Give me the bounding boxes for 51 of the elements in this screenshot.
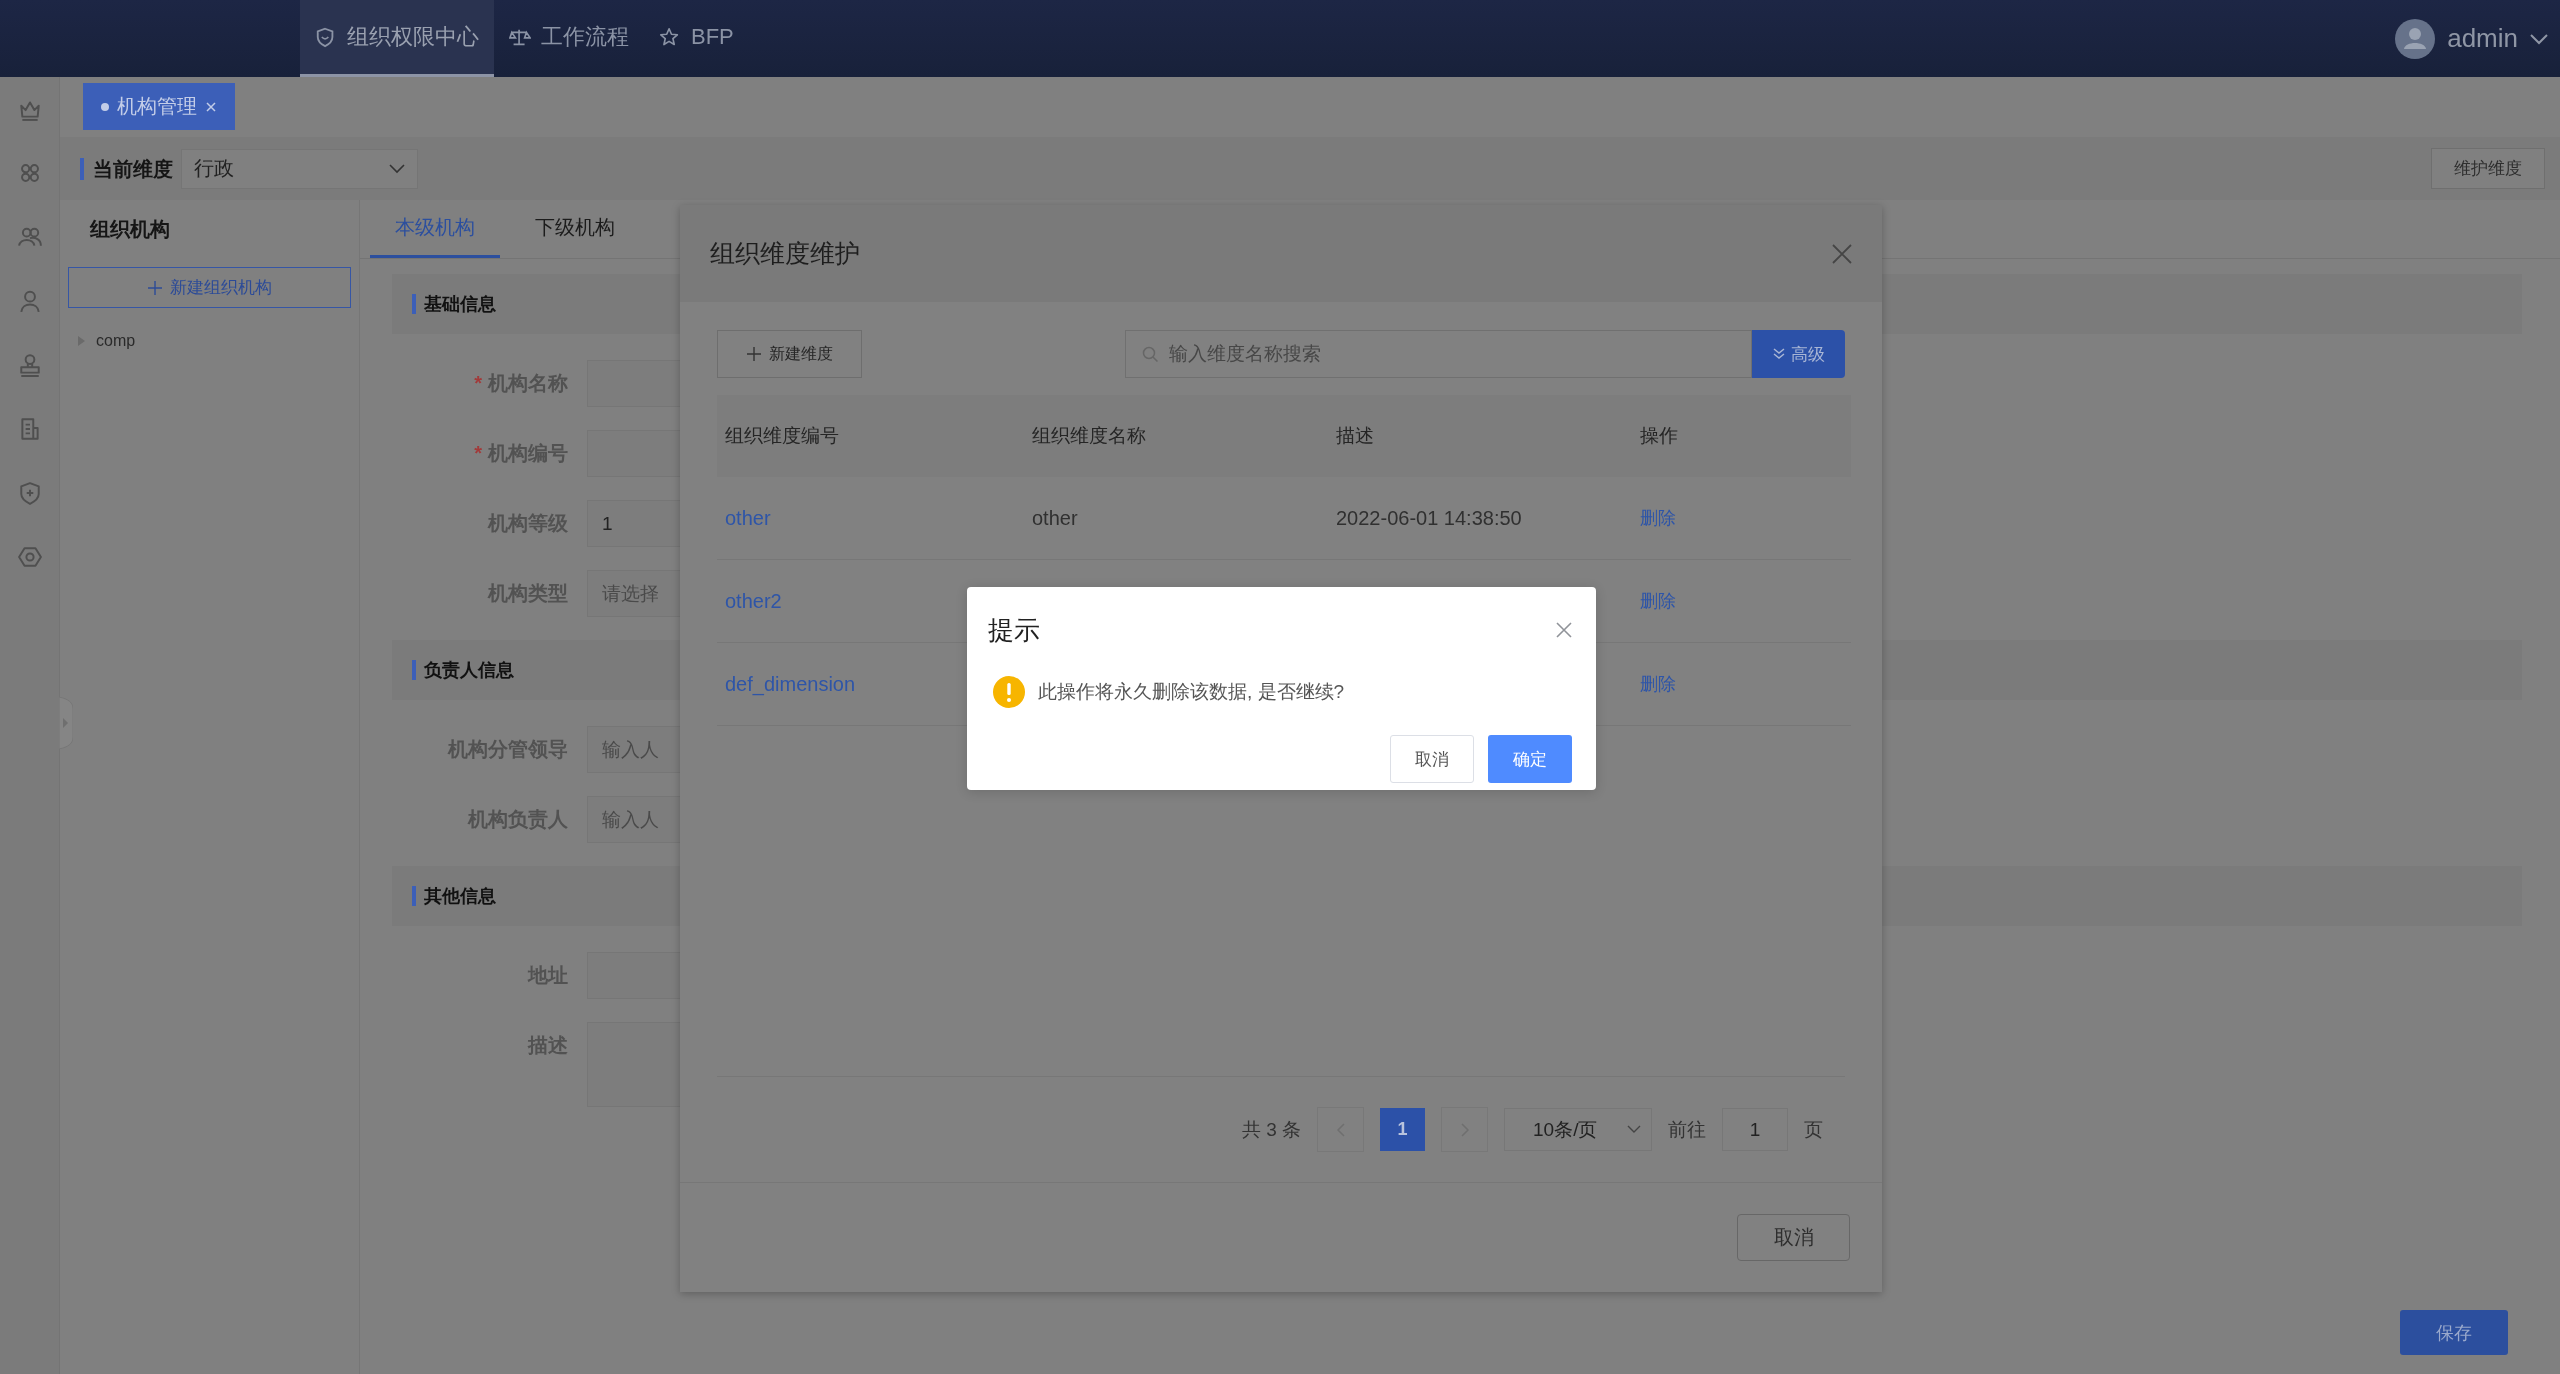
table-cell: 2022-06-01 14:38:50 xyxy=(1336,506,1522,529)
total-count: 共 3 条 xyxy=(1241,1117,1301,1142)
detail-tab[interactable]: 本级机构 xyxy=(370,200,500,258)
users-icon[interactable] xyxy=(17,225,42,249)
page-number[interactable]: 1 xyxy=(1380,1108,1425,1151)
stamp-icon[interactable] xyxy=(17,353,42,377)
dimension-label: 当前维度 xyxy=(80,157,173,180)
close-icon[interactable] xyxy=(1556,622,1572,638)
plus-icon xyxy=(746,347,761,361)
page-unit: 页 xyxy=(1804,1117,1823,1142)
plus-icon xyxy=(147,280,162,295)
new-organization-button[interactable]: 新建组织机构 xyxy=(68,267,351,308)
table-cell: other xyxy=(1032,506,1078,529)
confirm-button[interactable]: 确定 xyxy=(1488,735,1572,783)
page-size-select[interactable]: 10条/页 xyxy=(1504,1108,1652,1151)
column-header: 操作 xyxy=(1640,425,1678,446)
nav-tab[interactable]: 组织权限中心 xyxy=(300,0,494,77)
cancel-button[interactable]: 取消 xyxy=(1737,1214,1850,1261)
star-icon xyxy=(659,26,681,48)
goto-label: 前往 xyxy=(1668,1117,1706,1142)
maintain-dimension-button[interactable]: 维护维度 xyxy=(2431,148,2545,189)
dot-icon xyxy=(101,102,109,111)
tree-item[interactable]: comp xyxy=(96,332,136,350)
double-chevron-icon xyxy=(1772,348,1785,360)
warning-icon xyxy=(993,676,1025,708)
detail-tab[interactable]: 下级机构 xyxy=(510,200,640,258)
dimension-select[interactable]: 行政 xyxy=(181,148,418,189)
cancel-button[interactable]: 取消 xyxy=(1390,735,1474,783)
avatar-icon[interactable] xyxy=(2395,18,2436,59)
column-header: 描述 xyxy=(1336,425,1374,446)
dialog-title: 组织维度维护 xyxy=(710,238,860,269)
column-header: 组织维度编号 xyxy=(725,425,839,446)
close-icon[interactable] xyxy=(1832,243,1852,264)
panel-title: 组织机构 xyxy=(88,217,171,242)
user-name[interactable]: admin xyxy=(2447,23,2518,54)
shield-plus-icon[interactable] xyxy=(17,481,42,505)
page-input[interactable]: 1 xyxy=(1722,1108,1788,1151)
user-icon[interactable] xyxy=(17,289,42,313)
chevron-down-icon[interactable] xyxy=(2530,32,2548,45)
save-button[interactable]: 保存 xyxy=(2400,1310,2508,1355)
search-field[interactable]: 输入维度名称搜索 xyxy=(1125,330,1752,378)
search-icon xyxy=(1142,345,1159,363)
settings-icon[interactable] xyxy=(17,545,42,569)
page-tab[interactable]: 机构管理 xyxy=(83,83,235,130)
column-header: 组织维度名称 xyxy=(1032,425,1146,446)
advanced-button[interactable]: 高级 xyxy=(1752,330,1845,378)
chevron-down-icon xyxy=(389,163,405,174)
nav-tab[interactable]: 工作流程 xyxy=(494,0,644,77)
new-dimension-button[interactable]: 新建维度 xyxy=(717,330,862,378)
chevron-down-icon xyxy=(1627,1125,1641,1134)
nav-tab[interactable]: BFP xyxy=(644,0,749,77)
